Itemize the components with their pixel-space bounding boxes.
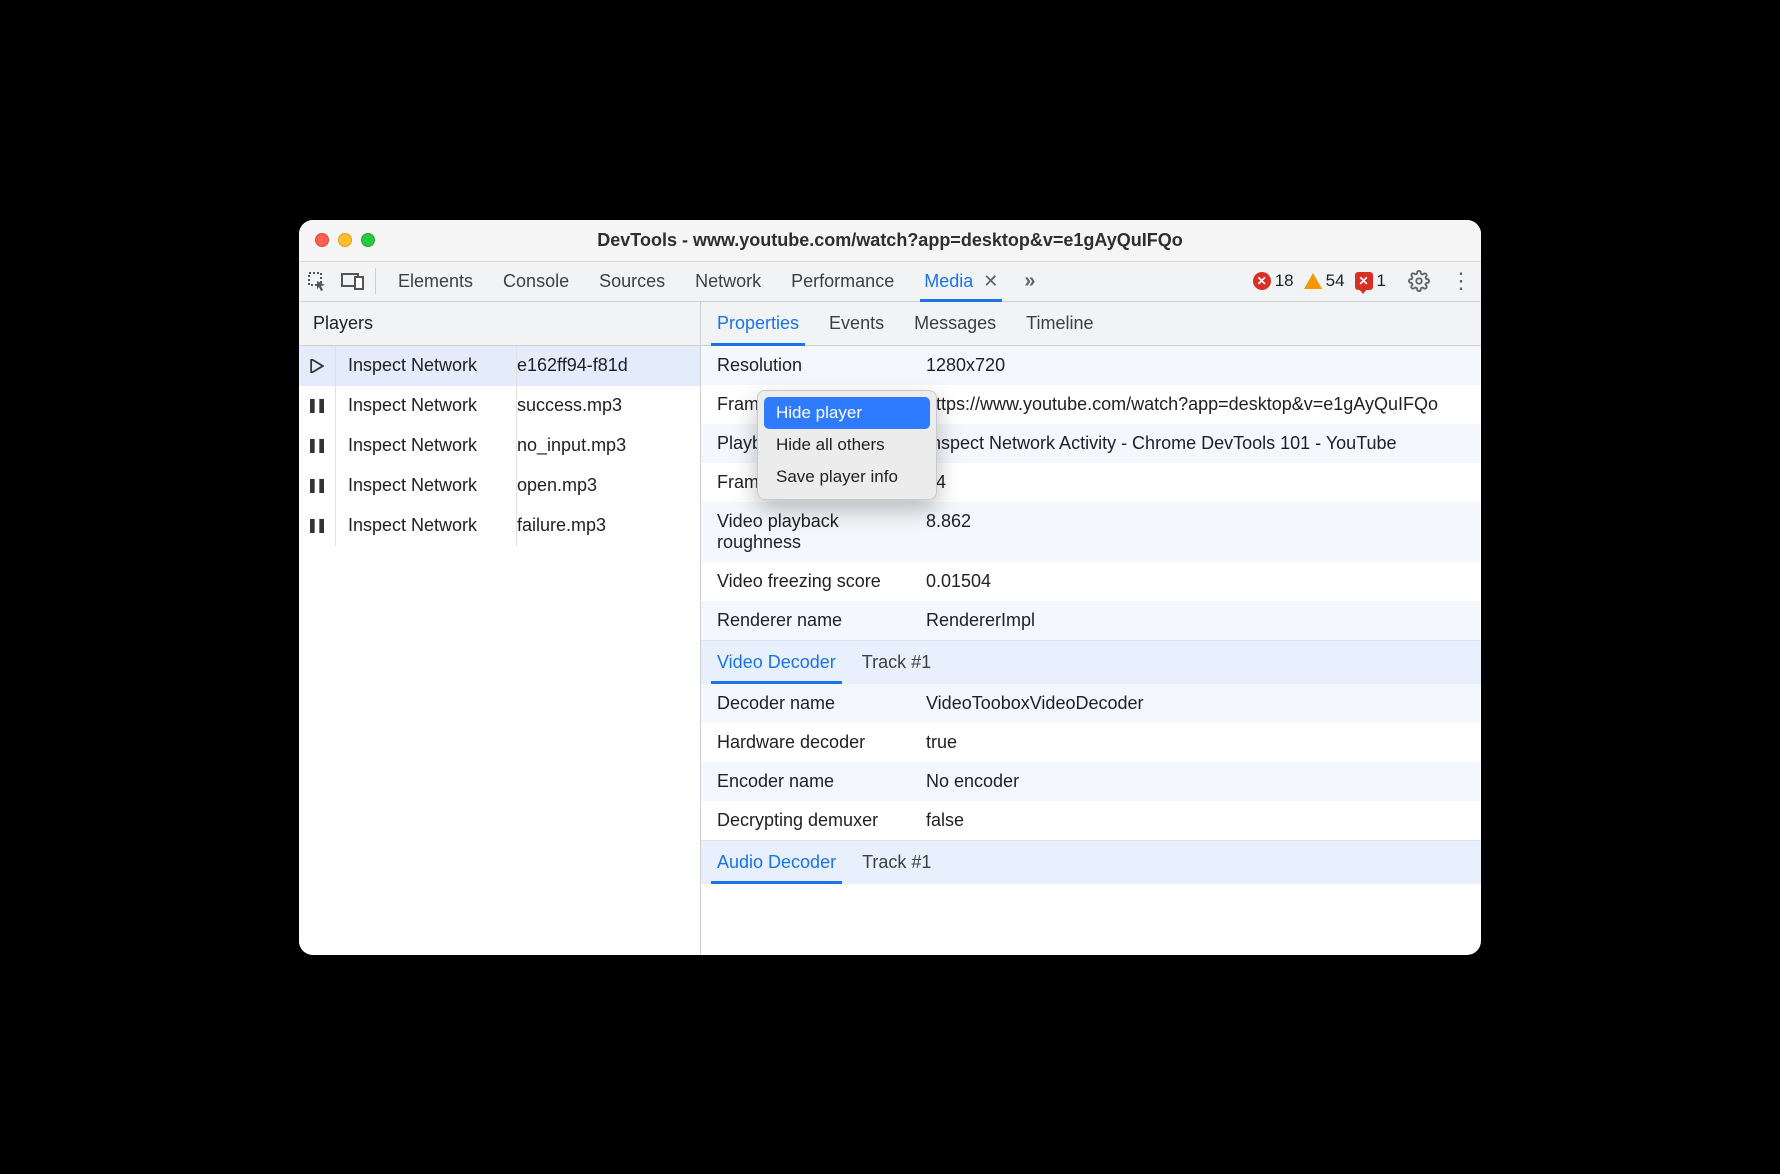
property-row: Encoder nameNo encoder [701, 762, 1481, 801]
video-decoder-tabs: Video Decoder Track #1 [701, 640, 1481, 684]
panel-tab-elements[interactable]: Elements [398, 271, 473, 292]
error-icon: ✕ [1253, 272, 1271, 290]
window-title: DevTools - www.youtube.com/watch?app=des… [299, 230, 1481, 251]
property-key: Video playback roughness [701, 502, 926, 562]
player-row[interactable]: Inspect Networke162ff94-f81d [299, 346, 700, 386]
pause-icon [299, 439, 335, 453]
maximize-window-button[interactable] [361, 233, 375, 247]
property-row: Hardware decodertrue [701, 723, 1481, 762]
property-key: Encoder name [701, 762, 926, 801]
property-row: Resolution1280x720 [701, 346, 1481, 385]
subtab-properties[interactable]: Properties [717, 302, 799, 345]
message-count[interactable]: ✕ 1 [1355, 271, 1386, 291]
subtab-messages[interactable]: Messages [914, 302, 996, 345]
message-count-value: 1 [1377, 271, 1386, 291]
issue-counters: ✕ 18 54 ✕ 1 [1253, 271, 1398, 291]
player-file: failure.mp3 [517, 515, 700, 536]
error-count-value: 18 [1275, 271, 1294, 291]
property-value: true [926, 723, 1481, 762]
property-value: Inspect Network Activity - Chrome DevToo… [926, 424, 1481, 463]
player-row[interactable]: Inspect Networksuccess.mp3 [299, 386, 700, 426]
property-row: Decoder nameVideoTooboxVideoDecoder [701, 684, 1481, 723]
detail-subtabs: Properties Events Messages Timeline [701, 302, 1481, 346]
property-row: Video playback roughness8.862 [701, 502, 1481, 562]
player-row[interactable]: Inspect Networkno_input.mp3 [299, 426, 700, 466]
property-key: Resolution [701, 346, 926, 385]
error-count[interactable]: ✕ 18 [1253, 271, 1294, 291]
property-value: 24 [926, 463, 1481, 502]
main-toolbar: Elements Console Sources Network Performance… [299, 262, 1481, 302]
context-menu-item[interactable]: Hide player [764, 397, 930, 429]
warning-icon [1304, 273, 1322, 289]
panel-tab-network[interactable]: Network [695, 271, 761, 292]
toolbar-divider [375, 268, 376, 294]
more-panels-chevron-icon[interactable]: » [1016, 270, 1039, 293]
warning-count[interactable]: 54 [1304, 271, 1345, 291]
property-row: Renderer nameRendererImpl [701, 601, 1481, 640]
property-row: Decrypting demuxerfalse [701, 801, 1481, 840]
property-key: Renderer name [701, 601, 926, 640]
audio-decoder-tab[interactable]: Audio Decoder [717, 841, 836, 884]
panel-tab-performance[interactable]: Performance [791, 271, 894, 292]
subtab-events[interactable]: Events [829, 302, 884, 345]
property-row: Video freezing score0.01504 [701, 562, 1481, 601]
player-context-menu: Hide playerHide all othersSave player in… [757, 390, 937, 500]
property-value: false [926, 801, 1481, 840]
player-row[interactable]: Inspect Networkopen.mp3 [299, 466, 700, 506]
window-controls [299, 233, 375, 247]
property-key: Video freezing score [701, 562, 926, 601]
property-value: 1280x720 [926, 346, 1481, 385]
pause-icon [299, 519, 335, 533]
player-name: Inspect Network [336, 435, 516, 456]
panel-tab-console[interactable]: Console [503, 271, 569, 292]
context-menu-item[interactable]: Save player info [764, 461, 930, 493]
property-value: No encoder [926, 762, 1481, 801]
pause-icon [299, 479, 335, 493]
audio-decoder-tabs: Audio Decoder Track #1 [701, 840, 1481, 884]
players-heading: Players [299, 302, 700, 346]
property-value: 0.01504 [926, 562, 1481, 601]
player-row[interactable]: Inspect Networkfailure.mp3 [299, 506, 700, 546]
video-decoder-tab[interactable]: Track #1 [862, 641, 931, 684]
close-tab-icon[interactable]: ✕ [983, 271, 998, 292]
video-decoder-table: Decoder nameVideoTooboxVideoDecoderHardw… [701, 684, 1481, 840]
player-file: no_input.mp3 [517, 435, 700, 456]
player-name: Inspect Network [336, 515, 516, 536]
player-file: open.mp3 [517, 475, 700, 496]
settings-gear-icon[interactable] [1398, 270, 1440, 292]
titlebar: DevTools - www.youtube.com/watch?app=des… [299, 220, 1481, 262]
warning-count-value: 54 [1326, 271, 1345, 291]
inspect-element-icon[interactable] [299, 271, 335, 291]
context-menu-item[interactable]: Hide all others [764, 429, 930, 461]
player-list: Inspect Networke162ff94-f81dInspect Netw… [299, 346, 700, 955]
close-window-button[interactable] [315, 233, 329, 247]
devtools-window: DevTools - www.youtube.com/watch?app=des… [299, 220, 1481, 955]
property-value: 8.862 [926, 502, 1481, 562]
audio-decoder-tab[interactable]: Track #1 [862, 841, 931, 884]
panel-tabs: Elements Console Sources Network Performance… [380, 262, 1016, 301]
property-key: Hardware decoder [701, 723, 926, 762]
video-decoder-tab[interactable]: Video Decoder [717, 641, 836, 684]
property-key: Decrypting demuxer [701, 801, 926, 840]
property-value: RendererImpl [926, 601, 1481, 640]
minimize-window-button[interactable] [338, 233, 352, 247]
player-name: Inspect Network [336, 395, 516, 416]
property-key: Decoder name [701, 684, 926, 723]
player-file: e162ff94-f81d [517, 355, 700, 376]
property-value: VideoTooboxVideoDecoder [926, 684, 1481, 723]
players-sidebar: Players Inspect Networke162ff94-f81dInsp… [299, 302, 701, 955]
more-options-icon[interactable]: ⋮ [1440, 268, 1481, 294]
player-file: success.mp3 [517, 395, 700, 416]
message-icon: ✕ [1355, 272, 1373, 290]
subtab-timeline[interactable]: Timeline [1026, 302, 1093, 345]
panel-tab-sources[interactable]: Sources [599, 271, 665, 292]
panel-tab-media[interactable]: Media [924, 271, 973, 292]
play-icon [299, 359, 335, 373]
player-name: Inspect Network [336, 475, 516, 496]
device-toolbar-icon[interactable] [335, 272, 371, 290]
pause-icon [299, 399, 335, 413]
player-name: Inspect Network [336, 355, 516, 376]
property-value: https://www.youtube.com/watch?app=deskto… [926, 385, 1481, 424]
